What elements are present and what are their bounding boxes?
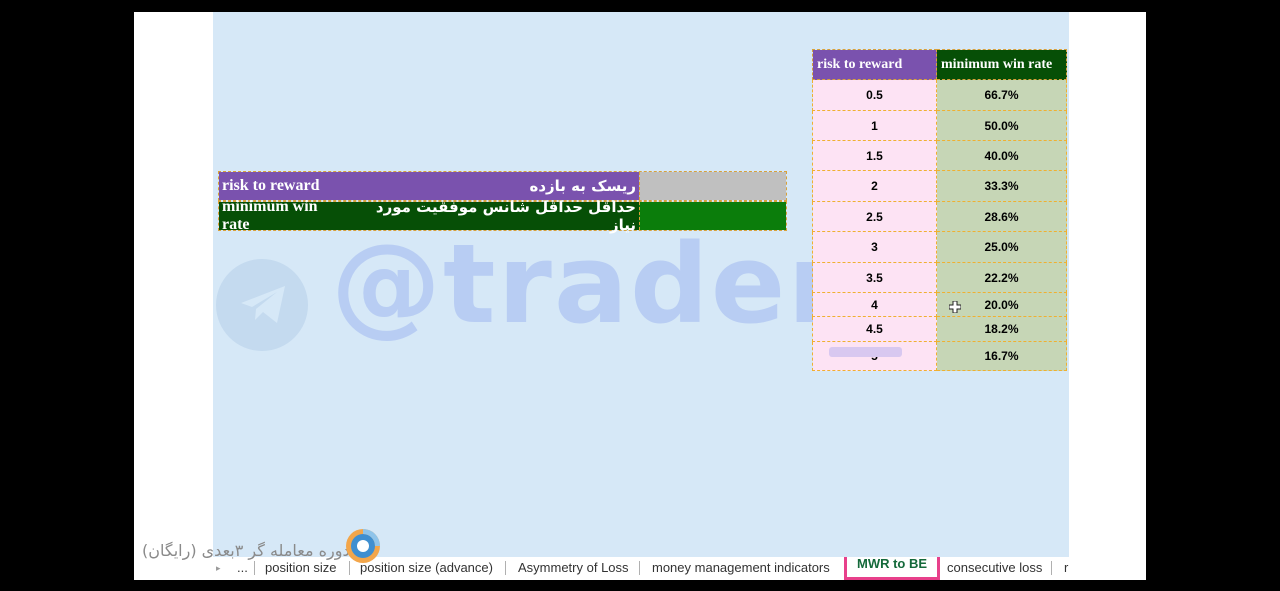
mwr-cell[interactable]: 40.0%	[936, 140, 1067, 171]
selection-highlight	[829, 347, 902, 357]
header-minimum-win-rate[interactable]: minimum win rate	[936, 49, 1067, 80]
mwr-cell[interactable]: 28.6%	[936, 201, 1067, 232]
win-rate-table: risk to reward minimum win rate 0.5 66.7…	[812, 49, 1067, 371]
mwr-cell[interactable]: 18.2%	[936, 316, 1067, 342]
rr-cell[interactable]: 1.5	[812, 140, 937, 171]
table-row: 4 20.0%	[812, 292, 1067, 317]
mwr-cell[interactable]: 50.0%	[936, 110, 1067, 141]
table-row: 3.5 22.2%	[812, 262, 1067, 293]
risk-to-reward-row: risk to reward ریسک به بازده	[218, 171, 787, 201]
minimum-win-rate-label: minimum win rate حداقل حداقل شانس موفقیت…	[219, 198, 639, 234]
rr-cell[interactable]: 3.5	[812, 262, 937, 293]
table-row: 3 25.0%	[812, 231, 1067, 263]
rr-cell[interactable]: 0.5	[812, 79, 937, 111]
tab-next[interactable]: r	[1064, 557, 1068, 580]
tab-mwr-to-be[interactable]: MWR to BE	[844, 557, 941, 580]
risk-to-reward-input-cell[interactable]	[639, 172, 786, 200]
tab-money-management-indicators[interactable]: money management indicators	[652, 557, 830, 580]
course-brand-text: دوره معامله گر ۳بعدی (رایگان)	[142, 540, 350, 560]
tab-consecutive-loss[interactable]: consecutive loss	[947, 557, 1042, 580]
course-logo-icon	[345, 529, 380, 563]
risk-to-reward-fa: ریسک به بازده	[529, 177, 636, 195]
minimum-win-rate-output-cell[interactable]	[639, 202, 786, 230]
telegram-logo	[216, 259, 308, 351]
risk-to-reward-label: risk to reward ریسک به بازده	[219, 172, 639, 200]
mwr-cell[interactable]: 25.0%	[936, 231, 1067, 263]
table-row: 2.5 28.6%	[812, 201, 1067, 232]
mwr-cell[interactable]: 66.7%	[936, 79, 1067, 111]
mwr-cell[interactable]: 16.7%	[936, 341, 1067, 371]
rr-cell[interactable]: 2.5	[812, 201, 937, 232]
mwr-cell[interactable]: 33.3%	[936, 170, 1067, 202]
table-row: 4.5 18.2%	[812, 316, 1067, 342]
course-brand: دوره معامله گر ۳بعدی (رایگان)	[142, 529, 382, 563]
rr-cell[interactable]: 2	[812, 170, 937, 202]
minimum-win-rate-row: minimum win rate حداقل حداقل شانس موفقیت…	[218, 198, 787, 234]
header-risk-to-reward[interactable]: risk to reward	[812, 49, 937, 80]
table-row: 2 33.3%	[812, 170, 1067, 202]
minimum-win-rate-en: minimum win rate	[222, 198, 318, 233]
tab-separator	[254, 561, 255, 575]
minimum-win-rate-fa: حداقل حداقل شانس موفقیت مورد نیاز	[375, 198, 636, 234]
cell-cursor-icon	[949, 301, 961, 313]
tab-asymmetry-of-loss[interactable]: Asymmetry of Loss	[518, 557, 629, 580]
tab-separator	[1051, 561, 1052, 575]
table-row: 0.5 66.7%	[812, 79, 1067, 111]
mwr-cell[interactable]: 22.2%	[936, 262, 1067, 293]
table-row: 1.5 40.0%	[812, 140, 1067, 171]
table-header-row: risk to reward minimum win rate	[812, 49, 1067, 80]
telegram-plane-icon	[241, 286, 285, 323]
rr-cell[interactable]: 1	[812, 110, 937, 141]
spreadsheet-area[interactable]: @trader 3D risk to reward ریسک به بازده …	[213, 12, 1069, 557]
rr-cell[interactable]: 4.5	[812, 316, 937, 342]
table-row: 1 50.0%	[812, 110, 1067, 141]
risk-to-reward-en: risk to reward	[222, 177, 320, 194]
rr-cell[interactable]: 3	[812, 231, 937, 263]
tab-separator	[505, 561, 506, 575]
video-frame: @trader 3D risk to reward ریسک به بازده …	[134, 12, 1146, 580]
rr-cell[interactable]: 4	[812, 292, 937, 317]
tab-separator	[639, 561, 640, 575]
